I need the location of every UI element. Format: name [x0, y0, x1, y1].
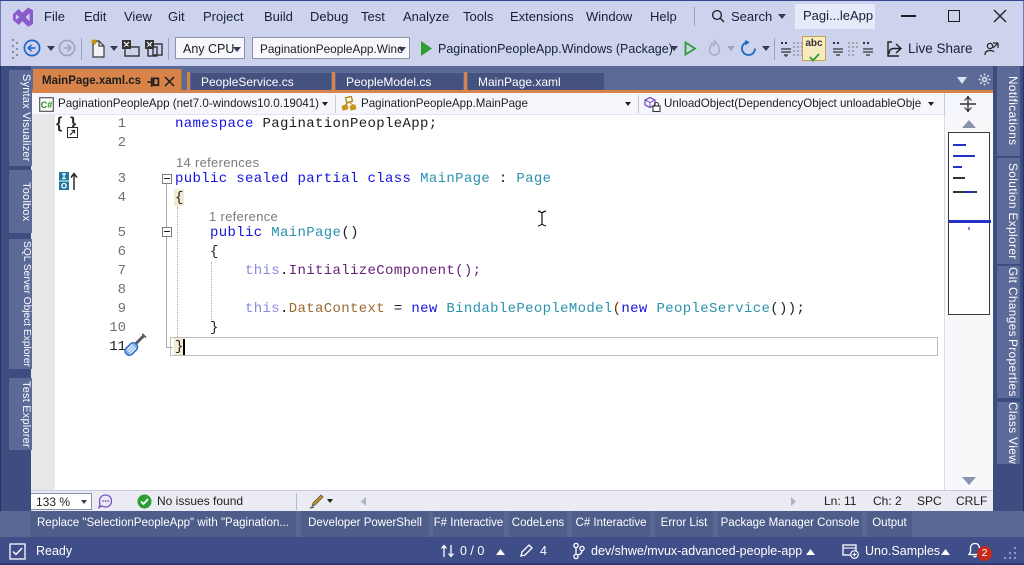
svg-text:C#: C#	[41, 100, 53, 110]
